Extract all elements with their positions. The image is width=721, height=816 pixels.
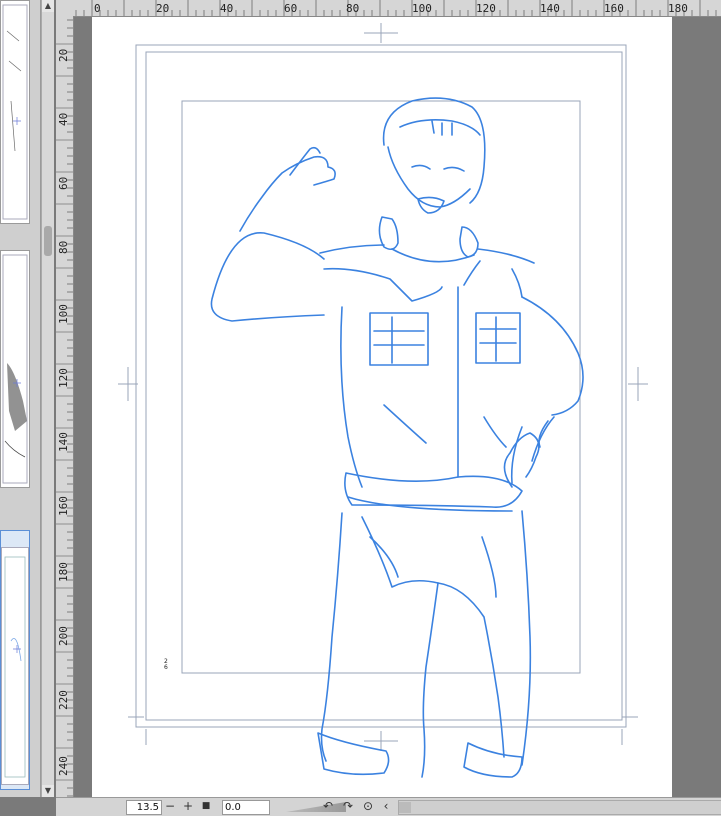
- reset-rotation-button[interactable]: ⊙: [360, 799, 376, 814]
- vertical-ruler[interactable]: 20 40 60 80 100 120 140 160 180 200 220 …: [56, 16, 74, 797]
- scroll-down-icon[interactable]: ▼: [42, 785, 54, 797]
- fit-page-button[interactable]: ■: [198, 799, 214, 814]
- zoom-value-field[interactable]: 13.5: [126, 800, 162, 815]
- ruler-label: 40: [57, 112, 70, 126]
- ruler-label: 180: [668, 2, 688, 15]
- scroll-left-icon[interactable]: ‹: [378, 799, 394, 814]
- ruler-label: 120: [57, 368, 70, 388]
- ruler-label: 240: [57, 756, 70, 776]
- page-thumbnail-selected[interactable]: [0, 530, 30, 790]
- ruler-label: 140: [57, 432, 70, 452]
- ruler-label: 20: [57, 48, 70, 62]
- rotation-value-field[interactable]: 0.0: [222, 800, 270, 815]
- ruler-label: 140: [540, 2, 560, 15]
- ruler-label: 80: [346, 2, 360, 15]
- ruler-label: 80: [57, 240, 70, 254]
- zoom-in-button[interactable]: +: [180, 799, 196, 814]
- scroll-up-icon[interactable]: ▲: [42, 0, 54, 12]
- ruler-label: 100: [57, 304, 70, 324]
- page-thumbnail[interactable]: [0, 250, 30, 488]
- page-thumbnail[interactable]: [0, 0, 30, 224]
- ruler-ticks: [56, 19, 73, 797]
- zoom-slider[interactable]: [286, 802, 346, 812]
- horizontal-ruler[interactable]: 0 20 40 60 80 100 120 140 160 180: [56, 0, 721, 17]
- rotate-right-button[interactable]: ↷: [340, 799, 356, 814]
- ruler-label: 60: [57, 176, 70, 190]
- ruler-label: 20: [156, 2, 170, 15]
- thumbnail-preview: [2, 254, 28, 484]
- character-sketch: [210, 97, 584, 778]
- thumbnail-preview: [2, 4, 28, 220]
- ruler-label: 0: [94, 2, 101, 15]
- ruler-label: 120: [476, 2, 496, 15]
- canvas-area[interactable]: 2 6: [74, 17, 721, 797]
- comic-editor-window: ▲ ▼ 0 20 40 60 80 100 120 140 160 180 20…: [0, 0, 721, 816]
- ruler-label: 200: [57, 626, 70, 646]
- ruler-label: 40: [220, 2, 234, 15]
- bleed-frame: [135, 44, 627, 728]
- ruler-label: 100: [412, 2, 432, 15]
- ruler-label: 160: [604, 2, 624, 15]
- ruler-label: 160: [57, 496, 70, 516]
- scrollbar-thumb[interactable]: [44, 226, 52, 256]
- guide-frames: [118, 23, 648, 751]
- zoom-out-button[interactable]: −: [162, 799, 178, 814]
- page-thumbnail-strip: [0, 0, 41, 797]
- rotate-left-button[interactable]: ↶: [320, 799, 336, 814]
- thumbnail-preview: [4, 556, 26, 778]
- manga-page[interactable]: 2 6: [92, 17, 672, 797]
- strip-scrollbar[interactable]: ▲ ▼: [41, 0, 54, 797]
- ruler-label: 180: [57, 562, 70, 582]
- horizontal-scrollbar[interactable]: [398, 800, 721, 815]
- ruler-label: 220: [57, 690, 70, 710]
- page-number-marker: 2 6: [164, 658, 168, 671]
- status-bar: 13.5 − + ■ 0.0 ↶ ↷ ⊙ ‹: [56, 797, 721, 816]
- page-drawing[interactable]: [92, 17, 672, 797]
- inner-frame: [181, 100, 581, 674]
- trim-frame: [145, 51, 623, 721]
- scrollbar-thumb[interactable]: [399, 802, 411, 813]
- ruler-label: 60: [284, 2, 298, 15]
